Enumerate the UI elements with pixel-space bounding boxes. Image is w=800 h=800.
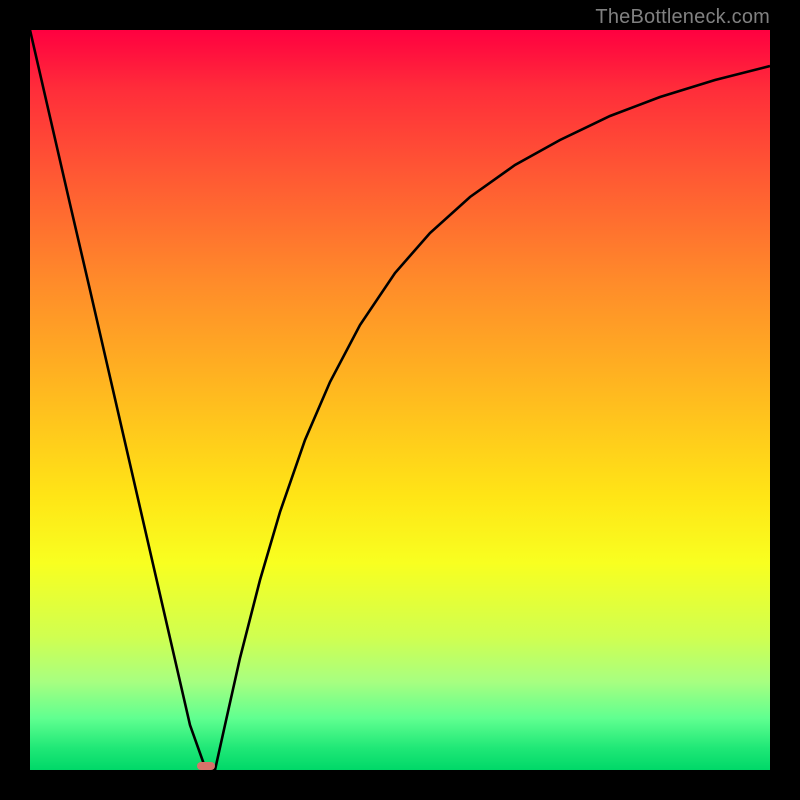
chart-frame: TheBottleneck.com [0,0,800,800]
bottleneck-curve [30,30,770,770]
plot-area [30,30,770,770]
optimal-marker [197,762,215,770]
watermark-text: TheBottleneck.com [595,6,770,29]
